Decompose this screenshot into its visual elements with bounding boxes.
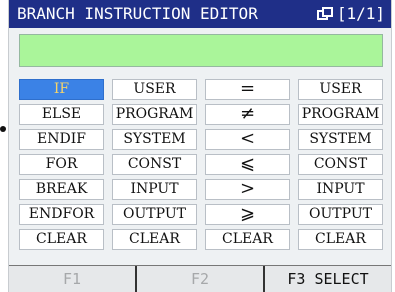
- bullet-dot: [0, 126, 6, 132]
- cell-for[interactable]: FOR: [19, 154, 104, 175]
- cell-less-equal[interactable]: ⩽: [205, 154, 290, 175]
- cell-less-than[interactable]: <: [205, 129, 290, 150]
- cell-clear-col2[interactable]: CLEAR: [112, 229, 197, 250]
- cell-break[interactable]: BREAK: [19, 179, 104, 200]
- cell-output-left[interactable]: OUTPUT: [112, 204, 197, 225]
- cell-program-right[interactable]: PROGRAM: [298, 104, 383, 125]
- cell-not-equal[interactable]: ≠: [205, 104, 290, 125]
- cell-system-left[interactable]: SYSTEM: [112, 129, 197, 150]
- instruction-input[interactable]: [19, 34, 383, 67]
- pages-icon: [316, 7, 333, 21]
- cell-equal[interactable]: =: [205, 79, 290, 100]
- f2-key[interactable]: F2: [137, 266, 265, 292]
- window-title: BRANCH INSTRUCTION EDITOR: [17, 4, 258, 23]
- cell-greater-than[interactable]: >: [205, 179, 290, 200]
- cell-const-left[interactable]: CONST: [112, 154, 197, 175]
- cell-clear-col3[interactable]: CLEAR: [205, 229, 290, 250]
- instruction-grid: IF USER = USER ELSE PROGRAM ≠ PROGRAM EN…: [19, 79, 383, 250]
- f3-select-key[interactable]: F3 SELECT: [265, 266, 391, 292]
- title-bar: BRANCH INSTRUCTION EDITOR [1/1]: [9, 0, 391, 28]
- cell-user-left[interactable]: USER: [112, 79, 197, 100]
- f1-key[interactable]: F1: [9, 266, 137, 292]
- cell-input-left[interactable]: INPUT: [112, 179, 197, 200]
- cell-if[interactable]: IF: [19, 79, 104, 100]
- cell-endif[interactable]: ENDIF: [19, 129, 104, 150]
- cell-endfor[interactable]: ENDFOR: [19, 204, 104, 225]
- cell-const-right[interactable]: CONST: [298, 154, 383, 175]
- editor-panel: BRANCH INSTRUCTION EDITOR [1/1] IF USER …: [8, 0, 392, 292]
- cell-input-right[interactable]: INPUT: [298, 179, 383, 200]
- cell-program-left[interactable]: PROGRAM: [112, 104, 197, 125]
- page-indicator-group: [1/1]: [316, 0, 385, 28]
- page-indicator: [1/1]: [336, 4, 385, 23]
- cell-user-right[interactable]: USER: [298, 79, 383, 100]
- cell-clear-col4[interactable]: CLEAR: [298, 229, 383, 250]
- cell-output-right[interactable]: OUTPUT: [298, 204, 383, 225]
- cell-clear-col1[interactable]: CLEAR: [19, 229, 104, 250]
- cell-greater-equal[interactable]: ⩾: [205, 204, 290, 225]
- cell-system-right[interactable]: SYSTEM: [298, 129, 383, 150]
- cell-else[interactable]: ELSE: [19, 104, 104, 125]
- function-key-bar: F1 F2 F3 SELECT: [9, 265, 391, 292]
